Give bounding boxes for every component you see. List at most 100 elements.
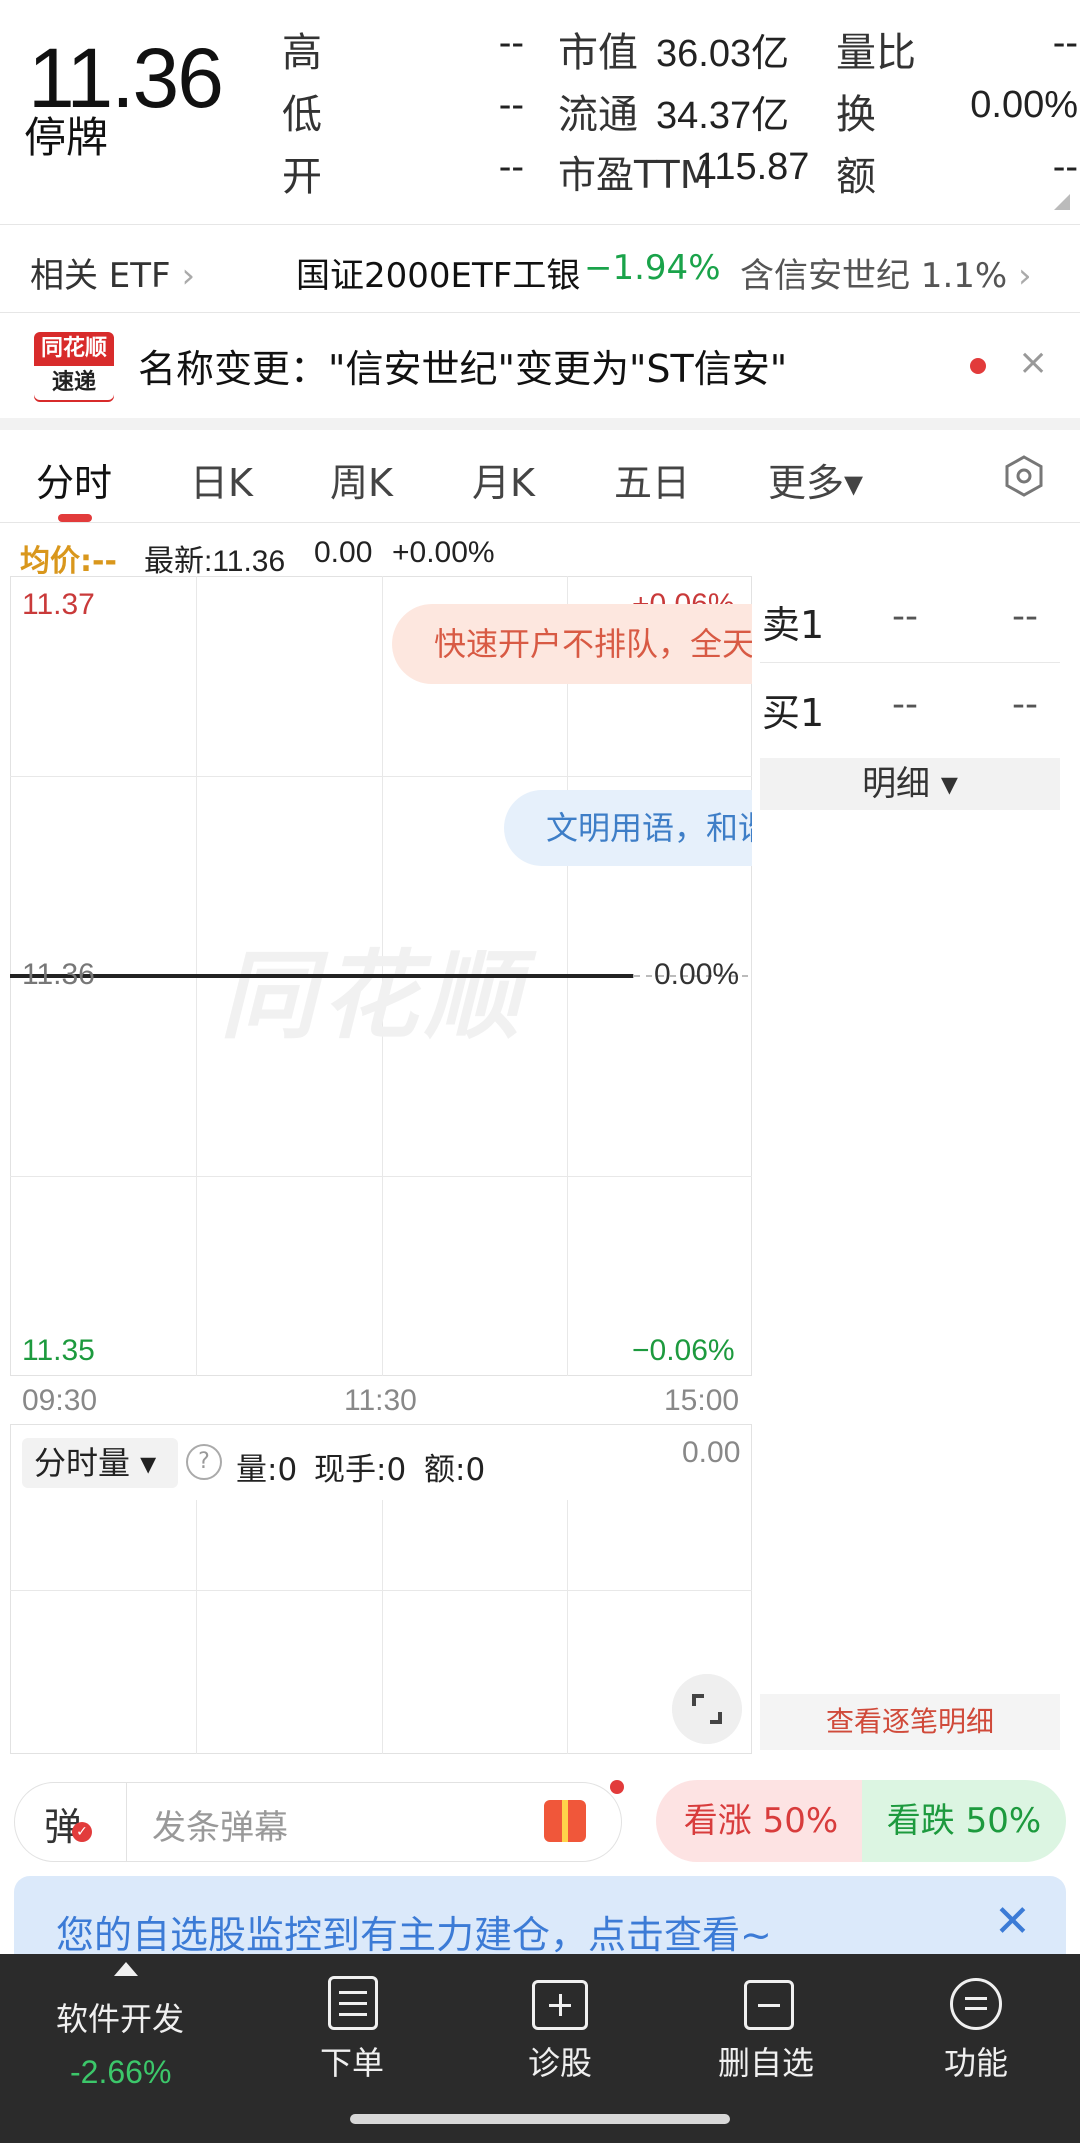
trading-status: 停牌 (24, 113, 109, 162)
grid-line (382, 1500, 383, 1754)
amount-value-vol: 额:0 (424, 1452, 486, 1488)
expand-corner-icon[interactable] (1054, 194, 1070, 210)
tab-daily-k[interactable]: 日K (190, 452, 253, 507)
latest-price: 最新:11.36 (144, 545, 286, 578)
news-headline[interactable]: 名称变更："信安世纪"变更为"ST信安" (138, 338, 787, 393)
grid-line (10, 1590, 752, 1591)
pe-ttm-label: 市盈TTM (558, 153, 713, 197)
tab-five-day[interactable]: 五日 (614, 452, 690, 507)
x-tick-midday: 11:30 (344, 1384, 417, 1417)
etf-holding[interactable]: 含信安世纪 1.1% › (740, 248, 1032, 297)
low-label: 低 (282, 92, 322, 138)
nav-remove-watchlist[interactable]: 删自选 (718, 2038, 814, 2084)
tab-more[interactable]: 更多▾ (768, 452, 863, 507)
home-indicator[interactable] (350, 2114, 730, 2124)
help-icon[interactable]: ? (186, 1444, 222, 1480)
nav-sector[interactable]: 软件开发 (56, 1994, 184, 2040)
open-label: 开 (282, 154, 322, 200)
x-tick-open: 09:30 (22, 1384, 98, 1417)
y-max-label: 11.37 (22, 588, 95, 621)
order-icon[interactable] (328, 1976, 378, 2030)
divider (0, 522, 1080, 523)
notification-dot (610, 1780, 624, 1794)
y-right-min-label: −0.06% (632, 1334, 735, 1367)
logo-top-text: 同花顺 (40, 336, 107, 361)
price-line-svg (10, 974, 752, 978)
sector-change: -2.66% (70, 2054, 172, 2090)
close-icon[interactable]: ✕ (994, 1896, 1031, 1947)
volume-ratio-value: -- (1052, 22, 1078, 64)
etf-name[interactable]: 国证2000ETF工银 (296, 248, 580, 297)
amount-label: 额 (836, 154, 876, 200)
vote-down-button[interactable]: 看跌 50% (862, 1780, 1066, 1862)
caret-up-icon (114, 1962, 138, 1976)
ths-express-logo: 同花顺 速递 (34, 332, 114, 402)
danmaku-placeholder[interactable]: 发条弹幕 (152, 1800, 288, 1849)
market-cap-value: 36.03亿 (656, 33, 790, 75)
amount-value: -- (1052, 146, 1078, 188)
divider (0, 224, 1080, 225)
high-value: -- (498, 22, 524, 64)
etf-holding-text: 含信安世纪 1.1% (740, 256, 1008, 296)
y-right-mid-label: 0.00% (654, 958, 740, 991)
y-min-label: 11.35 (22, 1334, 95, 1367)
tab-intraday[interactable]: 分时 (36, 452, 112, 507)
float-cap-value: 34.37亿 (656, 95, 790, 137)
high-label: 高 (282, 30, 322, 76)
buy1-label: 买1 (762, 691, 825, 735)
volume-axis-max: 0.00 (682, 1436, 741, 1469)
unread-dot (970, 358, 986, 374)
float-cap-label: 流通 (558, 92, 638, 138)
divider (760, 662, 1060, 663)
volume-type-select[interactable]: 分时量 ▾ (22, 1438, 178, 1488)
average-price: 均价:-- (20, 544, 117, 579)
sell1-label: 卖1 (762, 603, 825, 647)
related-etf-link[interactable]: 相关 ETF › (30, 248, 195, 297)
pe-ttm-value: 115.87 (696, 146, 810, 188)
price-change-pct: +0.00% (392, 536, 495, 569)
volume-value: 量:0 (236, 1452, 298, 1488)
detail-dropdown[interactable]: 明细 ▾ (760, 758, 1060, 810)
tab-weekly-k[interactable]: 周K (330, 452, 393, 507)
etiquette-bubble[interactable]: 文明用语，和谐 (504, 790, 752, 866)
sell1-price: -- (892, 596, 918, 637)
x-tick-close: 15:00 (664, 1384, 740, 1417)
vote-up-button[interactable]: 看涨 50% (656, 1780, 866, 1862)
open-value: -- (498, 146, 524, 188)
y-mid-label: 11.36 (22, 958, 95, 991)
stock-detail-screen: 11.36 停牌 高 -- 市值 36.03亿 量比 -- 低 -- 流通 34… (0, 0, 1080, 2143)
check-icon: ✓ (72, 1822, 92, 1842)
volume-ratio-label: 量比 (836, 30, 916, 76)
section-gap (0, 418, 1080, 430)
nav-functions[interactable]: 功能 (944, 2038, 1008, 2084)
buy1-price: -- (892, 684, 918, 725)
turnover-label: 换 (836, 92, 876, 138)
nav-order[interactable]: 下单 (320, 2038, 384, 2084)
buy1-qty: -- (1012, 684, 1038, 725)
promo-bubble[interactable]: 快速开户不排队，全天 (392, 604, 752, 684)
divider (0, 312, 1080, 313)
menu-icon[interactable] (950, 1978, 1002, 2030)
notice-text[interactable]: 您的自选股监控到有主力建仓，点击查看~ (56, 1904, 772, 1959)
chevron-right-icon: › (181, 256, 196, 296)
logo-bottom-text: 速递 (34, 366, 114, 400)
low-value: -- (498, 84, 524, 126)
divider (126, 1782, 127, 1862)
related-etf-label: 相关 ETF (30, 256, 171, 296)
gift-icon[interactable] (544, 1800, 586, 1842)
danmaku-input-bar[interactable] (14, 1782, 622, 1862)
close-icon[interactable]: × (1018, 342, 1048, 383)
settings-icon[interactable] (1002, 454, 1046, 498)
grid-line (196, 1500, 197, 1754)
fullscreen-icon[interactable] (672, 1674, 742, 1744)
chevron-right-icon: › (1018, 256, 1032, 296)
remove-watchlist-icon[interactable] (744, 1980, 794, 2030)
active-tab-indicator (58, 514, 92, 522)
tab-monthly-k[interactable]: 月K (472, 452, 535, 507)
diagnose-icon[interactable] (532, 1980, 588, 2030)
nav-diagnose[interactable]: 诊股 (528, 2038, 592, 2084)
price-change: 0.00 (314, 536, 373, 569)
sell1-qty: -- (1012, 596, 1038, 637)
tick-detail-button[interactable]: 查看逐笔明细 (760, 1694, 1060, 1750)
grid-line (567, 1500, 568, 1754)
